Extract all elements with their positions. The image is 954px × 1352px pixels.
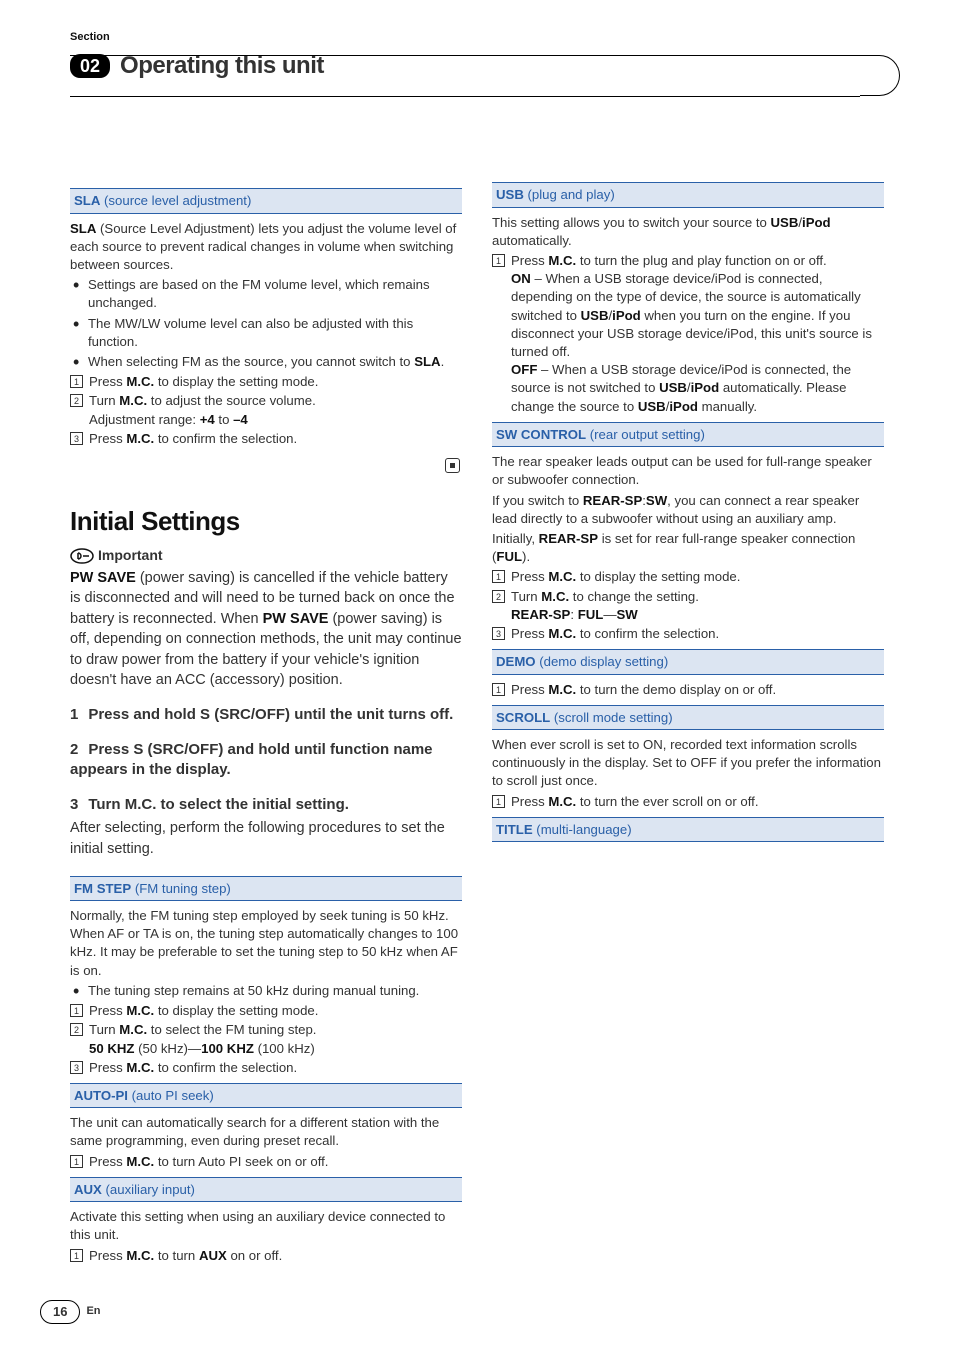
- initial-settings-title: Initial Settings: [70, 504, 462, 540]
- scroll-section: SCROLL (scroll mode setting) When ever s…: [492, 705, 884, 811]
- important-icon: [70, 548, 92, 564]
- sw-step-1: 1Press M.C. to display the setting mode.: [492, 568, 884, 586]
- auto-pi-intro: The unit can automatically search for a …: [70, 1114, 462, 1150]
- auto-pi-section: AUTO-PI (auto PI seek) The unit can auto…: [70, 1083, 462, 1171]
- scroll-step-1: 1Press M.C. to turn the ever scroll on o…: [492, 793, 884, 811]
- sla-bullet-1: Settings are based on the FM volume leve…: [88, 276, 462, 312]
- important-label: Important: [98, 546, 163, 565]
- fm-step-heading: FM STEP (FM tuning step): [70, 876, 462, 901]
- sla-step-1: 1Press M.C. to display the setting mode.: [70, 373, 462, 391]
- sla-intro: SLA (Source Level Adjustment) lets you a…: [70, 220, 462, 275]
- header-rule-top: [70, 55, 860, 56]
- usb-heading: USB (plug and play): [492, 182, 884, 207]
- auto-pi-step-1: 1Press M.C. to turn Auto PI seek on or o…: [70, 1153, 462, 1171]
- init-step-3: 3Turn M.C. to select the initial setting…: [70, 795, 462, 816]
- demo-section: DEMO (demo display setting) 1Press M.C. …: [492, 649, 884, 698]
- title-section: TITLE (multi-language): [492, 817, 884, 842]
- demo-step-1: 1Press M.C. to turn the demo display on …: [492, 681, 884, 699]
- section-end-icon: [70, 458, 462, 478]
- sw-step-2: 2Turn M.C. to change the setting.REAR-SP…: [492, 588, 884, 624]
- page-footer: 16 En: [40, 1300, 101, 1324]
- sla-bullet-3: When selecting FM as the source, you can…: [88, 353, 462, 371]
- demo-heading: DEMO (demo display setting): [492, 649, 884, 674]
- section-number-badge: 02: [70, 54, 110, 78]
- sla-heading: SLA (source level adjustment): [70, 188, 462, 213]
- page-number: 16: [40, 1300, 80, 1324]
- sla-step-2: 2Turn M.C. to adjust the source volume.A…: [70, 392, 462, 428]
- usb-intro: This setting allows you to switch your s…: [492, 214, 884, 250]
- fm-step-1: 1Press M.C. to display the setting mode.: [70, 1002, 462, 1020]
- scroll-heading: SCROLL (scroll mode setting): [492, 705, 884, 730]
- pw-save-paragraph: PW SAVE (power saving) is cancelled if t…: [70, 568, 462, 691]
- usb-off-desc: OFF – When a USB storage device/iPod is …: [511, 361, 884, 416]
- aux-intro: Activate this setting when using an auxi…: [70, 1208, 462, 1244]
- sw-p1: The rear speaker leads output can be use…: [492, 453, 884, 489]
- sw-control-section: SW CONTROL (rear output setting) The rea…: [492, 422, 884, 643]
- sla-step-3: 3Press M.C. to confirm the selection.: [70, 430, 462, 448]
- sla-bullet-2: The MW/LW volume level can also be adjus…: [88, 315, 462, 351]
- fm-step-2: 2Turn M.C. to select the FM tuning step.…: [70, 1021, 462, 1057]
- sw-control-heading: SW CONTROL (rear output setting): [492, 422, 884, 447]
- sw-p2: If you switch to REAR-SP:SW, you can con…: [492, 492, 884, 528]
- aux-heading: AUX (auxiliary input): [70, 1177, 462, 1202]
- aux-section: AUX (auxiliary input) Activate this sett…: [70, 1177, 462, 1265]
- initial-settings-section: Initial Settings Important PW SAVE (powe…: [70, 504, 462, 859]
- usb-section: USB (plug and play) This setting allows …: [492, 182, 884, 416]
- usb-on-desc: ON – When a USB storage device/iPod is c…: [511, 270, 884, 361]
- fm-step-intro: Normally, the FM tuning step employed by…: [70, 907, 462, 980]
- sla-section: SLA (source level adjustment) SLA (Sourc…: [70, 188, 462, 478]
- fm-step-section: FM STEP (FM tuning step) Normally, the F…: [70, 876, 462, 1077]
- init-step-3-after: After selecting, perform the following p…: [70, 818, 462, 860]
- sw-p3: Initially, REAR-SP is set for rear full-…: [492, 530, 884, 566]
- fm-step-3: 3Press M.C. to confirm the selection.: [70, 1059, 462, 1077]
- fm-step-bullet: The tuning step remains at 50 kHz during…: [88, 982, 462, 1000]
- page-lang: En: [86, 1304, 100, 1319]
- scroll-intro: When ever scroll is set to ON, recorded …: [492, 736, 884, 791]
- sw-step-3: 3Press M.C. to confirm the selection.: [492, 625, 884, 643]
- aux-step-1: 1Press M.C. to turn AUX on or off.: [70, 1247, 462, 1265]
- section-label: Section: [70, 30, 884, 45]
- title-heading: TITLE (multi-language): [492, 817, 884, 842]
- init-step-1: 1Press and hold S (SRC/OFF) until the un…: [70, 705, 462, 726]
- init-step-2: 2Press S (SRC/OFF) and hold until functi…: [70, 740, 462, 781]
- header-rule-bottom: [70, 96, 860, 97]
- auto-pi-heading: AUTO-PI (auto PI seek): [70, 1083, 462, 1108]
- usb-step-1: 1Press M.C. to turn the plug and play fu…: [492, 252, 884, 416]
- header-arc: [860, 55, 900, 96]
